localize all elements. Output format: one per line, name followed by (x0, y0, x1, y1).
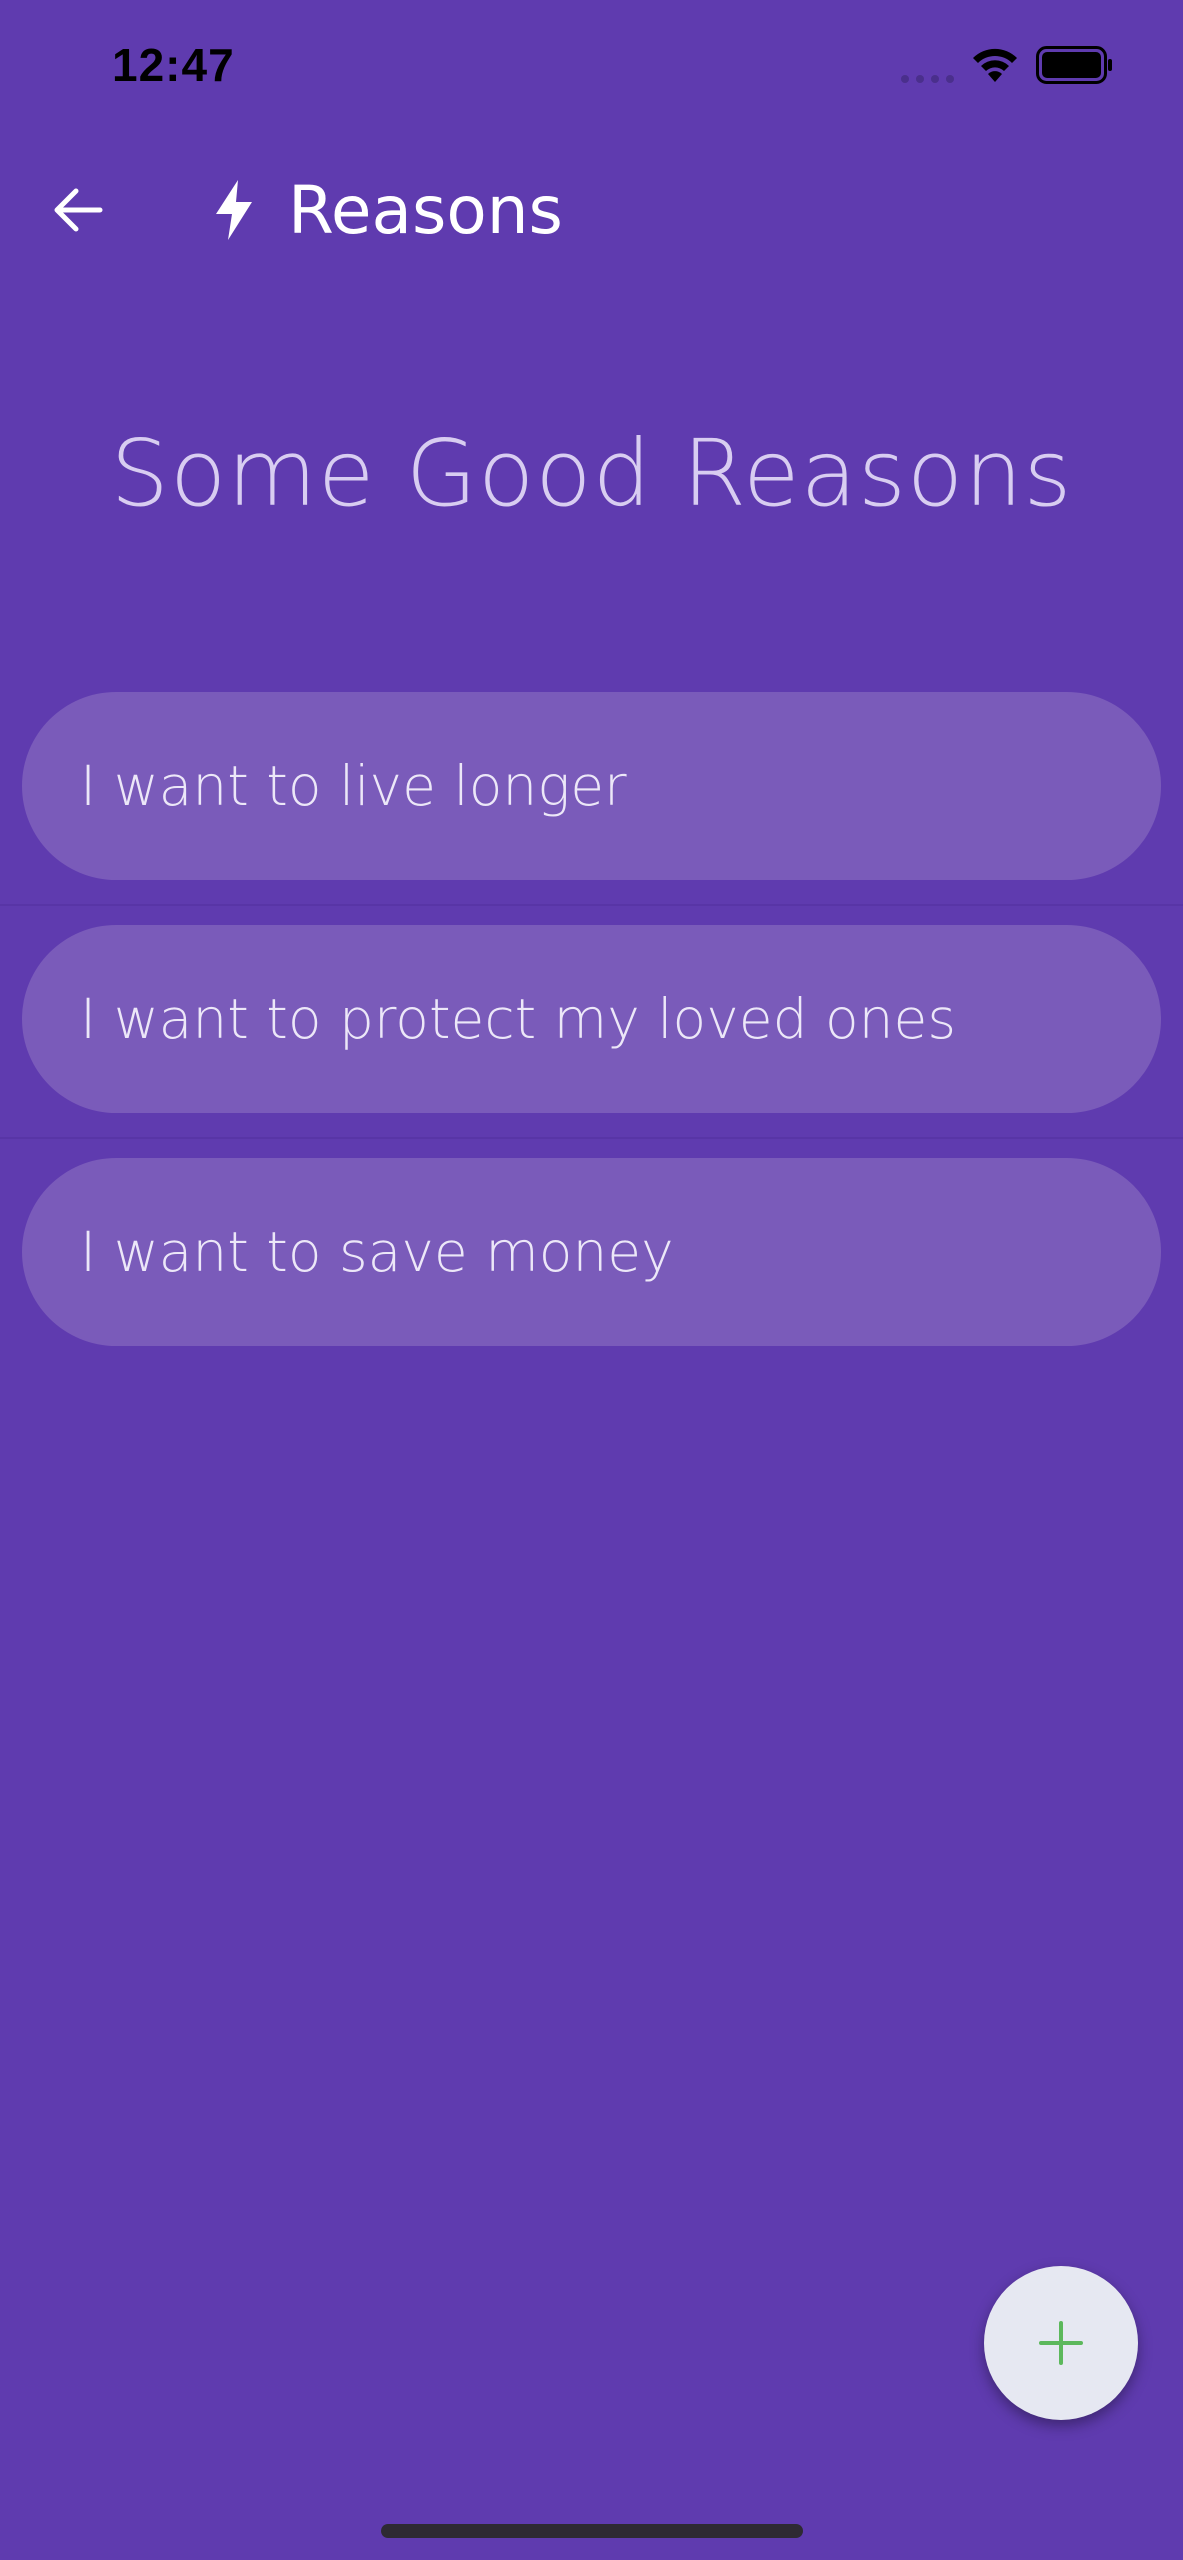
reason-text: I want to live longer (80, 754, 627, 818)
home-indicator[interactable] (381, 2524, 803, 2538)
arrow-left-icon (54, 188, 103, 232)
reasons-list: I want to live longer I want to protect … (22, 692, 1161, 1391)
reason-item[interactable]: I want to save money (22, 1158, 1161, 1346)
reason-text: I want to save money (80, 1220, 674, 1284)
section-heading: Some Good Reasons (110, 420, 1073, 527)
reason-item[interactable]: I want to protect my loved ones (22, 925, 1161, 1113)
cellular-signal-icon (901, 75, 954, 83)
wifi-icon (973, 48, 1017, 82)
reason-item[interactable]: I want to live longer (22, 692, 1161, 880)
status-time: 12:47 (112, 39, 235, 91)
app-bar-title: Reasons (210, 160, 563, 260)
lightning-bolt-icon (216, 180, 252, 240)
reasons-screen: 12:47 Reasons Some Good Reasons I want t (0, 0, 1183, 2560)
page-title: Reasons (288, 171, 563, 249)
reason-text: I want to protect my loved ones (80, 987, 956, 1051)
plus-icon (1039, 2321, 1083, 2365)
back-button[interactable] (38, 170, 118, 250)
battery-icon (1036, 46, 1112, 84)
add-reason-button[interactable] (984, 2266, 1138, 2420)
